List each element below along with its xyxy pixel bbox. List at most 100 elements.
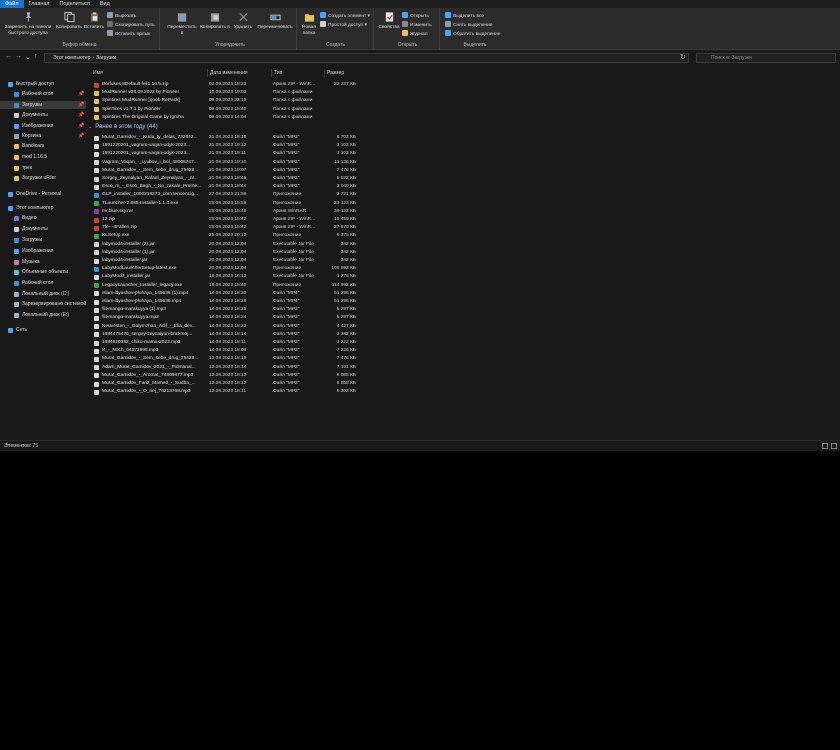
address-bar[interactable]: Этот компьютер › Загрузки [44,53,689,63]
file-row[interactable]: labymod4-installer (1).jar 20.08.2023 12:… [88,249,840,257]
tab-home[interactable]: Главная [24,0,55,8]
file-row[interactable]: GLP_installer_1000218273_com.tencent.ig.… [88,191,840,199]
group-header-earlier-this-year[interactable]: ⌄ Ранее в этом году (44) [88,123,158,132]
copy-path-button[interactable]: Скопировать путь [107,21,155,29]
breadcrumb-this-pc[interactable]: Этот компьютер [53,55,90,61]
copy-button[interactable]: Копировать [56,11,82,31]
delete-button[interactable]: Удалить [232,11,254,31]
breadcrumb-downloads[interactable]: Загрузки [96,55,116,61]
paste-shortcut-button[interactable]: Вставить ярлык [107,30,150,38]
file-row[interactable]: Neuvesten_-_Galymzhan_Adil_-_Elia_dev...… [88,323,840,331]
file-row[interactable]: islam-itlyashev-plohaya_145636 (1).mp4 14… [88,290,840,298]
sidebar-item-быстрый-доступ[interactable]: Быстрый доступ [0,80,86,88]
sidebar-item-локальный-диск-e[interactable]: Локальный диск (E:) [0,311,86,319]
sidebar-item-загрузки-ufiler[interactable]: Загрузки uFiler [0,174,86,182]
cut-button[interactable]: Вырезать [107,12,136,20]
file-row[interactable]: labymod4-installer (2).jar 20.08.2023 12:… [88,241,840,249]
properties-button[interactable]: Свойства [377,11,401,31]
sidebar-item-видео[interactable]: Видео [0,214,86,222]
tab-share[interactable]: Поделиться [54,0,94,8]
sidebar-item-onedrive-personal[interactable]: OneDrive - Personal [0,190,86,198]
open-button[interactable]: Открыть [402,12,429,20]
file-row[interactable]: SpinTires v1.7.1 by Pioneer 09.09.2023 15… [88,106,840,114]
file-row[interactable]: Adam_Murat_Gamidov_2021_-_Pidmanal... 13.… [88,364,840,372]
new-item-button[interactable]: Создать элемент ▾ [320,12,370,20]
file-row[interactable]: Murat_Gamidov_-_Sem_sebe_drug_75428... 31… [88,167,840,175]
sidebar-item-зарезервировано-системой[interactable]: Зарезервировано системой [0,300,86,308]
large-icons-view-icon[interactable] [831,443,837,449]
copy-to-button[interactable]: Копировать в [199,11,231,31]
file-row[interactable]: LabyModLauncherSetup-latest.exe 20.08.202… [88,265,840,273]
file-row[interactable]: 1691220201_vagram-vaqan-odyk-2023... 31.0… [88,142,840,150]
file-row[interactable]: Vagram_Vaqan_-_Lyubov_i_bol_48005747... 3… [88,159,840,167]
sidebar-item-рабочий-стол[interactable]: Рабочий стол 📌 [0,90,86,98]
sidebar-item-объемные-объекты[interactable]: Объемные объекты [0,268,86,276]
column-divider[interactable] [324,69,325,77]
file-row[interactable]: 1684475470_sergey-zeynalyan-brat-moj... 1… [88,331,840,339]
search-input[interactable]: Поиск в: Загрузки [696,53,836,63]
move-to-button[interactable]: Переместить в [166,11,198,36]
rename-button[interactable]: Переименовать [256,11,294,31]
file-row[interactable]: KLSetup.exe 25.08.2023 20:13 Приложение 8 3… [88,232,840,240]
invert-selection-button[interactable]: Обратить выделение [445,30,500,38]
file-row[interactable]: Murat_Gamidov_Fariz_Mamed_-_Sudba_... 13.… [88,380,840,388]
column-type[interactable]: Тип [274,68,282,78]
details-view-icon[interactable] [822,443,828,449]
sidebar-item-трек[interactable]: трек [0,164,86,172]
file-row[interactable]: 1691220201_vagram-vaqan-odyk-2023... 31.0… [88,150,840,158]
refresh-button[interactable]: ↻ [680,53,686,61]
pin-quick-access-button[interactable]: Закрепить на панели быстрого доступа [2,11,54,36]
tab-file[interactable]: Файл [0,0,24,8]
sidebar-item-изображения[interactable]: Изображения 📌 [0,122,86,130]
file-row[interactable]: Esco_m_-_Esco_Baga_-_Ne_zakale_Preme... 3… [88,183,840,191]
new-folder-button[interactable]: Новая папка [299,11,319,36]
file-row[interactable]: labymod4-installer.jar 20.08.2023 12:04 Ex… [88,257,840,265]
sidebar-item-документы[interactable]: Документы [0,225,86,233]
file-row[interactable]: flit-mango-marakuyya (1).mp3 14.08.2023 1… [88,306,840,314]
file-row[interactable]: 12.zip 26.08.2023 15:42 Архив ZIP - WinR..… [88,216,840,224]
sidebar-item-bandicam[interactable]: Bandicam [0,142,86,150]
column-divider[interactable] [271,69,272,77]
file-row[interactable]: Sergey_Zeynalyan_Rafael_Zeynalyan_-_N...… [88,175,840,183]
sidebar-item-mod-1-16-5[interactable]: mod 1.16.5 [0,153,86,161]
file-row[interactable]: islam-itlyashev-plohaya_145636.mp4 14.08.… [88,298,840,306]
paste-button[interactable]: Вставить [83,11,105,31]
file-row[interactable]: MudRunner v28.09.2022 by Pioneer 10.09.20… [88,89,840,97]
sidebar-item-музыка[interactable]: Музыка [0,258,86,266]
column-date[interactable]: Дата изменения [210,68,248,78]
file-row[interactable]: flit-mango-marakuyya.mp3 14.08.2023 18:24… [88,314,840,322]
column-divider[interactable] [207,69,208,77]
sidebar-item-загрузки[interactable]: Загрузки 📌 [0,101,86,109]
history-button[interactable]: Журнал [402,30,428,38]
file-row[interactable]: Spintires The Original Game by Igruha 09.… [88,114,840,122]
file-row[interactable]: 1684820382_chiko-mama-2023.mp3 14.08.2023… [88,339,840,347]
sidebar-item-рабочий-стол[interactable]: Рабочий стол [0,279,86,287]
up-button[interactable]: ↑ [34,53,38,60]
file-row[interactable]: Murat_Gamidov_-_Sem_sebe_drug_75428... 13… [88,355,840,363]
forward-button[interactable]: → [15,53,22,60]
file-row[interactable]: И_-_Noch_64373998.mp3 14.08.2023 18:08 Фай… [88,347,840,355]
recent-locations-button[interactable]: ⌄ [25,53,31,61]
sidebar-item-загрузки[interactable]: Загрузки [0,236,86,244]
file-row[interactable]: TLauncher-2.885-Installer-1.1.3.exe 26.08… [88,200,840,208]
file-row[interactable]: mr.blue.sky.rar 26.08.2023 15:46 Архив Win… [88,208,840,216]
file-row[interactable]: LabyMod3_Installer.jar 18.08.2023 16:13 Ex… [88,273,840,281]
select-none-button[interactable]: Снять выделение [445,21,493,29]
file-row[interactable]: Spintires MudRunner [qoob RePack] 09.09.2… [88,97,840,105]
file-row[interactable]: 7fe---4Fallen.zip 26.08.2023 15:42 Архив Z… [88,224,840,232]
sidebar-item-изображения[interactable]: Изображения [0,247,86,255]
column-name[interactable]: Имя [93,68,103,78]
select-all-button[interactable]: Выделить все [445,12,484,20]
sidebar-item-документы[interactable]: Документы 📌 [0,111,86,119]
file-row[interactable]: Murat_Gamidov_-_Aromat_74809477.mp3 13.08… [88,372,840,380]
file-row[interactable]: Murat_Gamidov_-_O_nej_74213768.mp3 13.08.… [88,388,840,396]
edit-button[interactable]: Изменить [402,21,432,29]
easy-access-button[interactable]: Простой доступ ▾ [320,21,367,29]
file-row[interactable]: Murat_Gamidov_-_Kuda_ty_delas_732642... 3… [88,134,840,142]
tab-view[interactable]: Вид [95,0,115,8]
file-row[interactable]: Borfukes 8Default fell1.16.5.zip 02.09.20… [88,81,840,89]
sidebar-item-локальный-диск-c[interactable]: Локальный диск (C:) [0,290,86,298]
column-size[interactable]: Размер [327,68,344,78]
file-row[interactable]: LegacyLauncher_Installer_legacy.exe 18.08… [88,282,840,290]
sidebar-item-корзина[interactable]: Корзина 📌 [0,132,86,140]
